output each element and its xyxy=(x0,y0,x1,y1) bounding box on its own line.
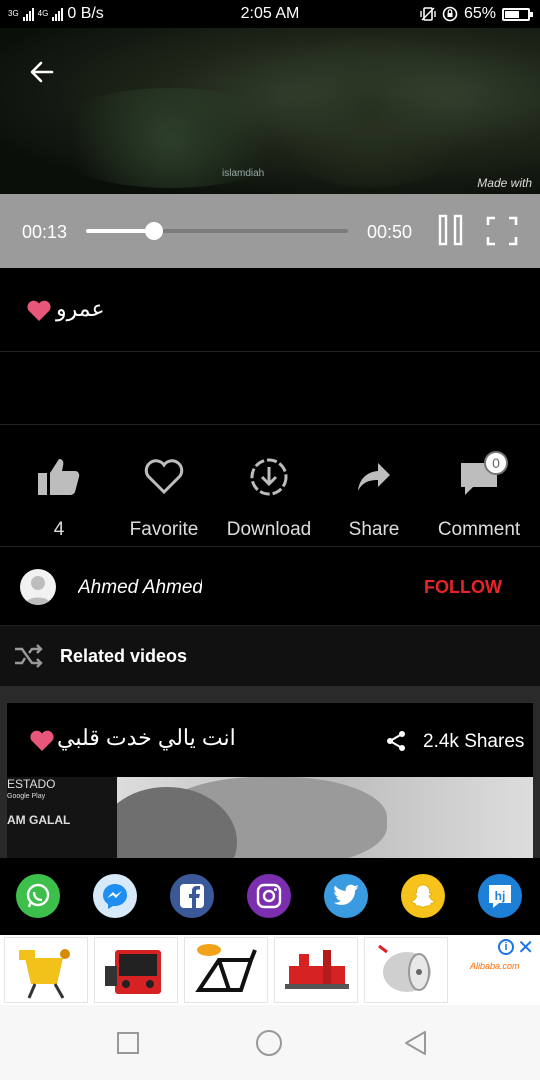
card-title: انت يالي خدت قلبي xyxy=(57,725,236,750)
ad-product-3[interactable] xyxy=(184,937,268,1003)
status-bar: 3G 4G 0 B/s 2:05 AM 65% xyxy=(0,0,540,28)
thumbs-up-icon xyxy=(38,459,80,495)
ad-banner[interactable]: Alibaba.com i ✕ xyxy=(0,935,540,1005)
messenger-button[interactable] xyxy=(93,874,137,918)
comment-count-badge: 0 xyxy=(484,451,508,475)
vibrate-icon xyxy=(420,7,436,21)
social-share-bar: hj xyxy=(0,858,540,935)
heart-outline-icon xyxy=(144,459,184,495)
thumb-text-mid: Google Play xyxy=(7,793,46,800)
rotation-lock-icon xyxy=(442,6,458,22)
square-icon xyxy=(117,1032,139,1054)
video-watermark-left: islamdiah xyxy=(222,168,265,179)
comment-button[interactable]: 0 Comment xyxy=(426,451,532,541)
product-image-machine xyxy=(285,950,349,989)
ad-info-icon[interactable]: i xyxy=(498,939,514,955)
nav-back-button[interactable] xyxy=(402,1029,430,1057)
description-area xyxy=(0,352,540,425)
download-button[interactable]: Download xyxy=(216,455,322,541)
facebook-button[interactable] xyxy=(170,874,214,918)
favorite-label: Favorite xyxy=(129,519,199,540)
related-videos-title: Related videos xyxy=(60,646,188,666)
shuffle-icon xyxy=(15,644,43,668)
back-button[interactable] xyxy=(22,52,62,92)
snapchat-icon xyxy=(410,884,436,908)
video-shadow-1 xyxy=(260,38,480,188)
player-controls: 00:13 00:50 xyxy=(0,194,540,268)
related-feed: انت يالي خدت قلبي 2.4k Shares ESTADO Goo… xyxy=(0,686,540,863)
video-card[interactable]: انت يالي خدت قلبي 2.4k Shares ESTADO Goo… xyxy=(7,703,533,863)
arrow-left-icon xyxy=(30,61,54,83)
battery-icon xyxy=(502,7,533,21)
pause-icon xyxy=(438,214,463,246)
fullscreen-button[interactable] xyxy=(486,216,518,246)
whatsapp-icon xyxy=(26,883,50,908)
snapchat-button[interactable] xyxy=(401,874,445,918)
video-frame[interactable]: islamdiah Made with xyxy=(0,28,540,194)
ad-product-5[interactable] xyxy=(364,937,448,1003)
product-image-roll xyxy=(378,944,431,992)
heart-icon xyxy=(30,730,54,751)
download-label: Download xyxy=(226,519,312,540)
action-bar: 4 Favorite Download Share 0 Comment xyxy=(0,425,540,547)
hj-icon: hj xyxy=(489,885,511,908)
post-title: عمرو xyxy=(56,296,105,321)
instagram-icon xyxy=(256,883,282,909)
product-image-mixer xyxy=(19,949,70,999)
share-arrow-icon xyxy=(358,463,390,491)
like-count: 4 xyxy=(53,519,65,540)
product-image-bike-frame xyxy=(195,944,257,992)
card-thumbnail[interactable]: ESTADO Google Play AM GALAL xyxy=(7,777,533,858)
heart-icon xyxy=(27,300,51,321)
card-share-count: 2.4k Shares xyxy=(423,731,525,752)
ad-product-1[interactable] xyxy=(4,937,88,1003)
seek-progress xyxy=(86,229,155,233)
svg-text:hj: hj xyxy=(495,889,506,903)
system-nav-bar xyxy=(0,1005,540,1080)
ad-close-icon[interactable]: ✕ xyxy=(517,935,534,960)
follow-button[interactable]: FOLLOW xyxy=(424,577,502,598)
status-right: 65% xyxy=(420,5,533,23)
facebook-icon xyxy=(180,884,204,908)
like-button[interactable]: 4 xyxy=(6,455,112,541)
thumb-text-top: ESTADO xyxy=(7,777,56,791)
user-silhouette-icon xyxy=(25,576,51,605)
video-watermark-right: Made with xyxy=(477,176,532,190)
ad-product-2[interactable] xyxy=(94,937,178,1003)
triangle-back-icon xyxy=(405,1031,426,1055)
download-icon xyxy=(250,458,288,496)
related-videos-header: Related videos xyxy=(0,626,540,686)
thumb-text-bottom: AM GALAL xyxy=(7,813,71,827)
fullscreen-icon xyxy=(486,216,518,246)
product-image-welder xyxy=(105,950,161,994)
current-time: 00:13 xyxy=(22,222,68,242)
favorite-button[interactable]: Favorite xyxy=(111,455,217,541)
ad-product-4[interactable] xyxy=(274,937,358,1003)
share-button[interactable]: Share xyxy=(321,455,427,541)
pause-button[interactable] xyxy=(438,214,464,246)
hj-button[interactable]: hj xyxy=(478,874,522,918)
duration: 00:50 xyxy=(367,222,413,242)
ad-brand-logo: Alibaba.com xyxy=(470,961,520,971)
recents-button[interactable] xyxy=(114,1029,142,1057)
avatar[interactable] xyxy=(20,569,56,605)
post-title-row: عمرو xyxy=(0,268,540,352)
whatsapp-button[interactable] xyxy=(16,874,60,918)
instagram-button[interactable] xyxy=(247,874,291,918)
twitter-button[interactable] xyxy=(324,874,368,918)
author-name[interactable]: Ahmed Ahmed xyxy=(78,577,202,599)
seek-bar[interactable] xyxy=(86,222,348,240)
circle-icon xyxy=(256,1030,282,1056)
comment-label: Comment xyxy=(437,519,521,540)
share-icon[interactable] xyxy=(385,730,407,752)
home-button[interactable] xyxy=(255,1029,283,1057)
author-row: Ahmed Ahmed FOLLOW xyxy=(0,548,540,626)
battery-fill xyxy=(505,10,519,18)
battery-percent: 65% xyxy=(463,5,496,22)
messenger-icon xyxy=(103,884,127,909)
twitter-icon xyxy=(333,884,359,905)
share-label: Share xyxy=(348,519,400,540)
seek-thumb[interactable] xyxy=(145,222,164,240)
